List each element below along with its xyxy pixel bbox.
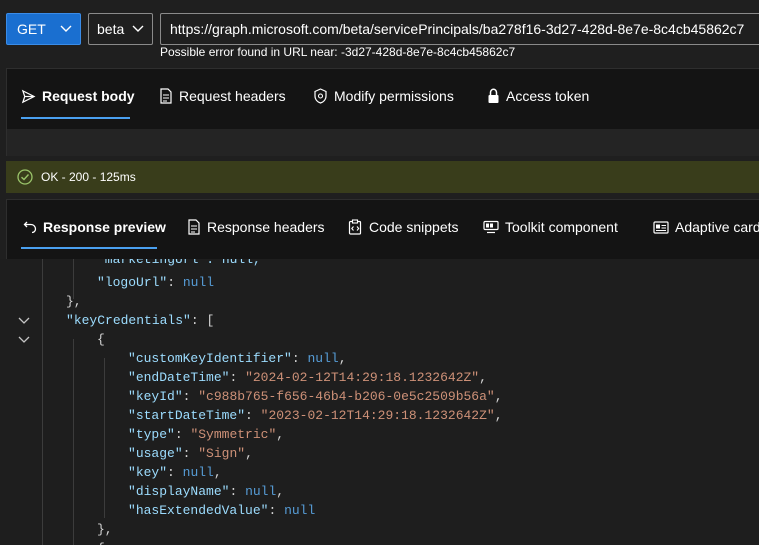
tab-label: Adaptive cards bbox=[675, 219, 759, 235]
url-text: https://graph.microsoft.com/beta/service… bbox=[170, 21, 745, 37]
tab-label: Code snippets bbox=[369, 219, 459, 235]
indent-guide bbox=[104, 358, 105, 518]
active-tab-indicator bbox=[21, 247, 157, 249]
code-line: "keyId": "c988b765-f656-46b4-b206-0e5c25… bbox=[128, 389, 503, 404]
code-line: }, bbox=[97, 522, 113, 537]
tab-code-snippets[interactable]: Code snippets bbox=[348, 219, 459, 235]
checkmark-circle-icon bbox=[17, 169, 33, 185]
tab-adaptive-cards[interactable]: Adaptive cards bbox=[653, 219, 759, 235]
status-bar: OK - 200 - 125ms bbox=[6, 161, 759, 193]
tab-label: Response headers bbox=[207, 219, 325, 235]
tab-label: Toolkit component bbox=[505, 219, 618, 235]
code-line: "startDateTime": "2023-02-12T14:29:18.12… bbox=[128, 408, 503, 423]
url-error-message: Possible error found in URL near: -3d27-… bbox=[160, 45, 516, 59]
tab-response-headers[interactable]: Response headers bbox=[187, 219, 325, 235]
code-line: "type": "Symmetric", bbox=[128, 427, 285, 442]
indent-guide bbox=[73, 339, 74, 545]
tab-toolkit-component[interactable]: Toolkit component bbox=[483, 219, 618, 235]
tab-label: Response preview bbox=[43, 219, 166, 235]
chevron-down-icon bbox=[132, 25, 144, 32]
tab-label: Request headers bbox=[179, 88, 286, 104]
code-line: "key": null, bbox=[128, 465, 222, 480]
http-method-label: GET bbox=[17, 21, 46, 37]
collapse-chevron-icon[interactable] bbox=[17, 314, 31, 328]
tab-modify-permissions[interactable]: Modify permissions bbox=[313, 88, 454, 104]
tab-request-body[interactable]: Request body bbox=[21, 88, 135, 104]
status-text: OK - 200 - 125ms bbox=[41, 170, 136, 184]
version-dropdown[interactable]: beta bbox=[88, 13, 153, 45]
code-line: "hasExtendedValue": null bbox=[128, 503, 316, 518]
response-json-viewer[interactable]: "marketingUrl": null, "logoUrl": null },… bbox=[0, 259, 759, 545]
code-line: { bbox=[97, 332, 105, 347]
code-line: "marketingUrl": null, bbox=[97, 259, 261, 267]
send-icon bbox=[21, 89, 36, 103]
chevron-down-icon bbox=[60, 25, 72, 32]
shield-icon bbox=[314, 88, 327, 104]
request-body-editor[interactable] bbox=[7, 129, 759, 156]
code-line: }, bbox=[66, 294, 82, 309]
document-icon bbox=[188, 219, 200, 235]
code-line: "usage": "Sign", bbox=[128, 446, 253, 461]
document-icon bbox=[160, 88, 172, 104]
toolkit-icon bbox=[483, 220, 499, 234]
code-line: "keyCredentials": [ bbox=[66, 313, 215, 328]
code-line: "customKeyIdentifier": null, bbox=[128, 351, 347, 366]
tab-label: Access token bbox=[506, 88, 590, 104]
version-label: beta bbox=[97, 21, 125, 37]
back-arrow-icon bbox=[23, 221, 37, 234]
http-method-dropdown[interactable]: GET bbox=[6, 13, 81, 45]
code-line: "endDateTime": "2024-02-12T14:29:18.1232… bbox=[128, 370, 487, 385]
code-line: "displayName": null, bbox=[128, 484, 285, 499]
card-icon bbox=[653, 220, 669, 234]
tab-access-token[interactable]: Access token bbox=[487, 88, 589, 104]
url-input[interactable]: https://graph.microsoft.com/beta/service… bbox=[160, 13, 759, 45]
clipboard-code-icon bbox=[348, 219, 362, 235]
tab-response-preview[interactable]: Response preview bbox=[23, 219, 166, 235]
indent-guide bbox=[42, 259, 43, 545]
code-line: { bbox=[97, 539, 105, 545]
request-panel: Request body Request headers Modify perm… bbox=[6, 68, 759, 156]
code-line: "logoUrl": null bbox=[97, 275, 215, 290]
active-tab-indicator bbox=[21, 117, 130, 119]
tab-label: Modify permissions bbox=[334, 88, 454, 104]
tab-request-headers[interactable]: Request headers bbox=[159, 88, 286, 104]
lock-icon bbox=[488, 88, 499, 103]
collapse-chevron-icon[interactable] bbox=[17, 333, 31, 347]
tab-label: Request body bbox=[42, 88, 135, 104]
